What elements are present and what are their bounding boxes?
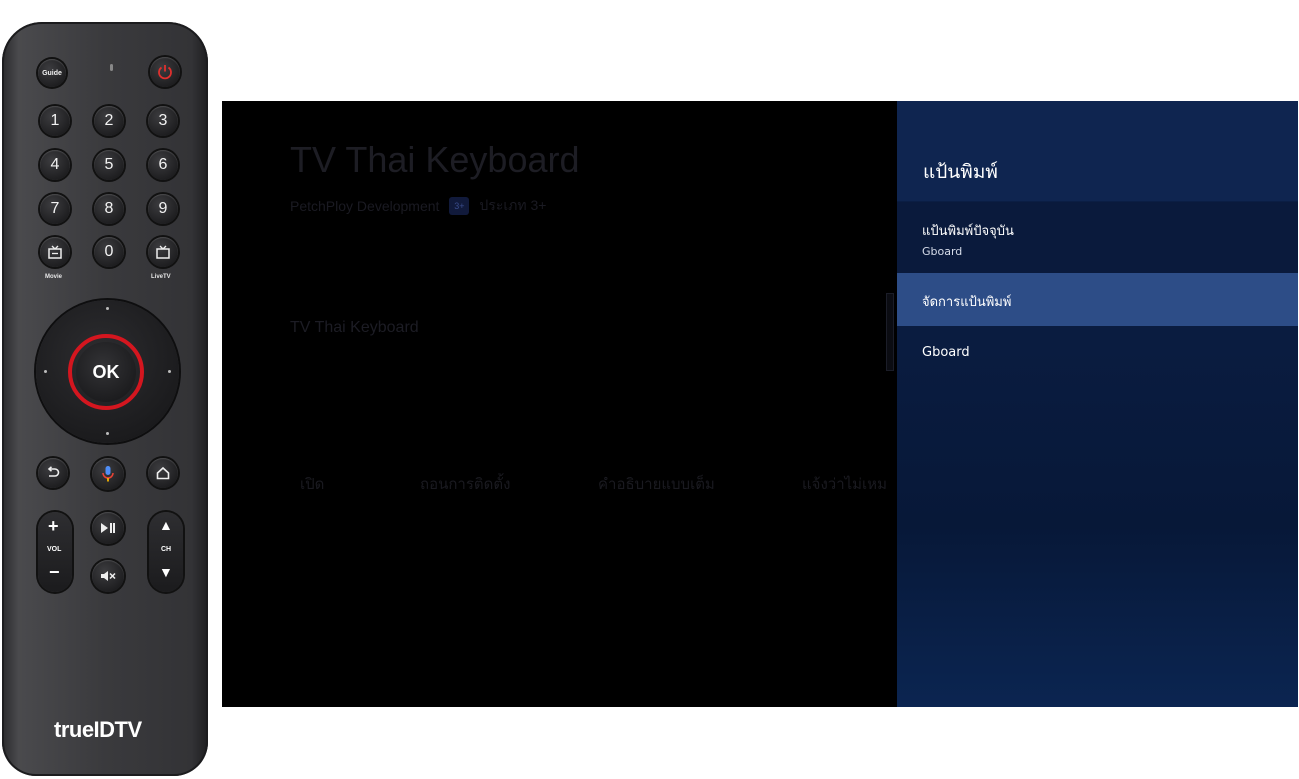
brand-logo: trueIDTV xyxy=(54,717,142,742)
digit-2-button[interactable]: 2 xyxy=(94,106,124,136)
back-icon xyxy=(47,466,60,477)
manage-keyboards-item[interactable]: จัดการแป้นพิมพ์ xyxy=(897,273,1298,326)
livetv-button[interactable] xyxy=(148,237,178,267)
volume-label: VOL xyxy=(47,546,62,553)
report-button[interactable]: แจ้งว่าไม่เหม xyxy=(802,472,887,496)
gboard-item[interactable]: Gboard xyxy=(897,327,1298,380)
status-led xyxy=(110,64,113,71)
app-details-screen: TV Thai Keyboard PetchPloy Development 3… xyxy=(222,101,897,707)
home-icon xyxy=(156,466,170,480)
power-button[interactable] xyxy=(150,57,180,87)
digit-9-button[interactable]: 9 xyxy=(148,194,178,224)
digit-9-label: 9 xyxy=(158,200,168,217)
panel-header: แป้นพิมพ์ xyxy=(897,101,1298,201)
digit-4-button[interactable]: 4 xyxy=(40,150,70,180)
digit-3-button[interactable]: 3 xyxy=(148,106,178,136)
digit-4-label: 4 xyxy=(50,156,60,173)
rating-text: ประเภท 3+ xyxy=(479,197,547,213)
digit-1-button[interactable]: 1 xyxy=(40,106,70,136)
digit-6-label: 6 xyxy=(158,156,168,173)
voice-button[interactable] xyxy=(92,458,124,490)
digit-7-label: 7 xyxy=(50,200,60,217)
mute-button[interactable] xyxy=(92,560,124,592)
app-title: TV Thai Keyboard xyxy=(290,139,580,180)
digit-5-button[interactable]: 5 xyxy=(94,150,124,180)
manage-keyboards-label: จัดการแป้นพิมพ์ xyxy=(922,295,1012,310)
dpad-up[interactable] xyxy=(106,307,109,310)
full-description-button[interactable]: คำอธิบายแบบเต็ม xyxy=(598,472,715,496)
current-keyboard-label: แป้นพิมพ์ปัจจุบัน xyxy=(922,224,1014,239)
channel-label: CH xyxy=(161,546,172,553)
ok-button[interactable]: OK xyxy=(76,342,136,402)
current-keyboard-value: Gboard xyxy=(922,245,963,258)
home-button[interactable] xyxy=(148,458,178,488)
digit-0-label: 0 xyxy=(104,243,114,260)
digit-3-label: 3 xyxy=(158,112,168,129)
guide-button-label: Guide xyxy=(42,69,62,77)
ok-button-highlight-ring: OK xyxy=(68,334,144,410)
channel-down-icon[interactable]: ▼ xyxy=(159,564,173,580)
ok-button-label: OK xyxy=(92,361,120,382)
movie-button[interactable] xyxy=(40,237,70,267)
digit-7-button[interactable]: 7 xyxy=(40,194,70,224)
panel-title: แป้นพิมพ์ xyxy=(923,161,998,183)
rating-badge: 3+ xyxy=(449,197,470,215)
volume-down-icon[interactable]: − xyxy=(49,562,60,583)
channel-up-icon[interactable]: ▲ xyxy=(159,517,173,533)
uninstall-button[interactable]: ถอนการติดตั้ง xyxy=(420,472,510,496)
back-button[interactable] xyxy=(38,458,68,488)
digit-6-button[interactable]: 6 xyxy=(148,150,178,180)
dpad-right[interactable] xyxy=(168,370,171,373)
channel-rocker[interactable]: ▲ CH ▼ xyxy=(149,512,183,592)
app-meta: PetchPloy Development 3+ ประเภท 3+ xyxy=(290,195,546,217)
digit-8-label: 8 xyxy=(104,200,114,217)
play-pause-icon xyxy=(101,523,115,533)
open-button[interactable]: เปิด xyxy=(300,472,324,496)
movie-icon xyxy=(48,245,62,259)
scroll-edge xyxy=(886,293,894,371)
current-keyboard-item[interactable]: แป้นพิมพ์ปัจจุบัน Gboard xyxy=(897,202,1298,273)
play-pause-button[interactable] xyxy=(92,512,124,544)
mute-icon xyxy=(101,571,116,581)
gboard-label: Gboard xyxy=(922,345,970,360)
tv-icon xyxy=(156,245,170,259)
microphone-icon xyxy=(102,466,114,482)
keyboard-settings-panel: แป้นพิมพ์ แป้นพิมพ์ปัจจุบัน Gboard จัดกา… xyxy=(897,101,1298,707)
digit-2-label: 2 xyxy=(104,112,114,129)
dpad-down[interactable] xyxy=(106,432,109,435)
digit-8-button[interactable]: 8 xyxy=(94,194,124,224)
guide-button[interactable]: Guide xyxy=(38,59,66,87)
volume-up-icon[interactable]: + xyxy=(48,516,59,537)
digit-1-label: 1 xyxy=(50,112,60,129)
dpad-left[interactable] xyxy=(44,370,47,373)
digit-5-label: 5 xyxy=(104,156,114,173)
power-icon xyxy=(158,65,172,80)
app-section-name: TV Thai Keyboard xyxy=(290,319,419,336)
volume-rocker[interactable]: + VOL − xyxy=(38,512,72,592)
livetv-label: LiveTV xyxy=(151,274,171,280)
tv-remote: Guide 1 2 3 4 5 6 7 8 9 0 Movie LiveTV O… xyxy=(2,22,208,776)
digit-0-button[interactable]: 0 xyxy=(94,237,124,267)
developer-name: PetchPloy Development xyxy=(290,198,440,214)
movie-label: Movie xyxy=(45,274,63,280)
